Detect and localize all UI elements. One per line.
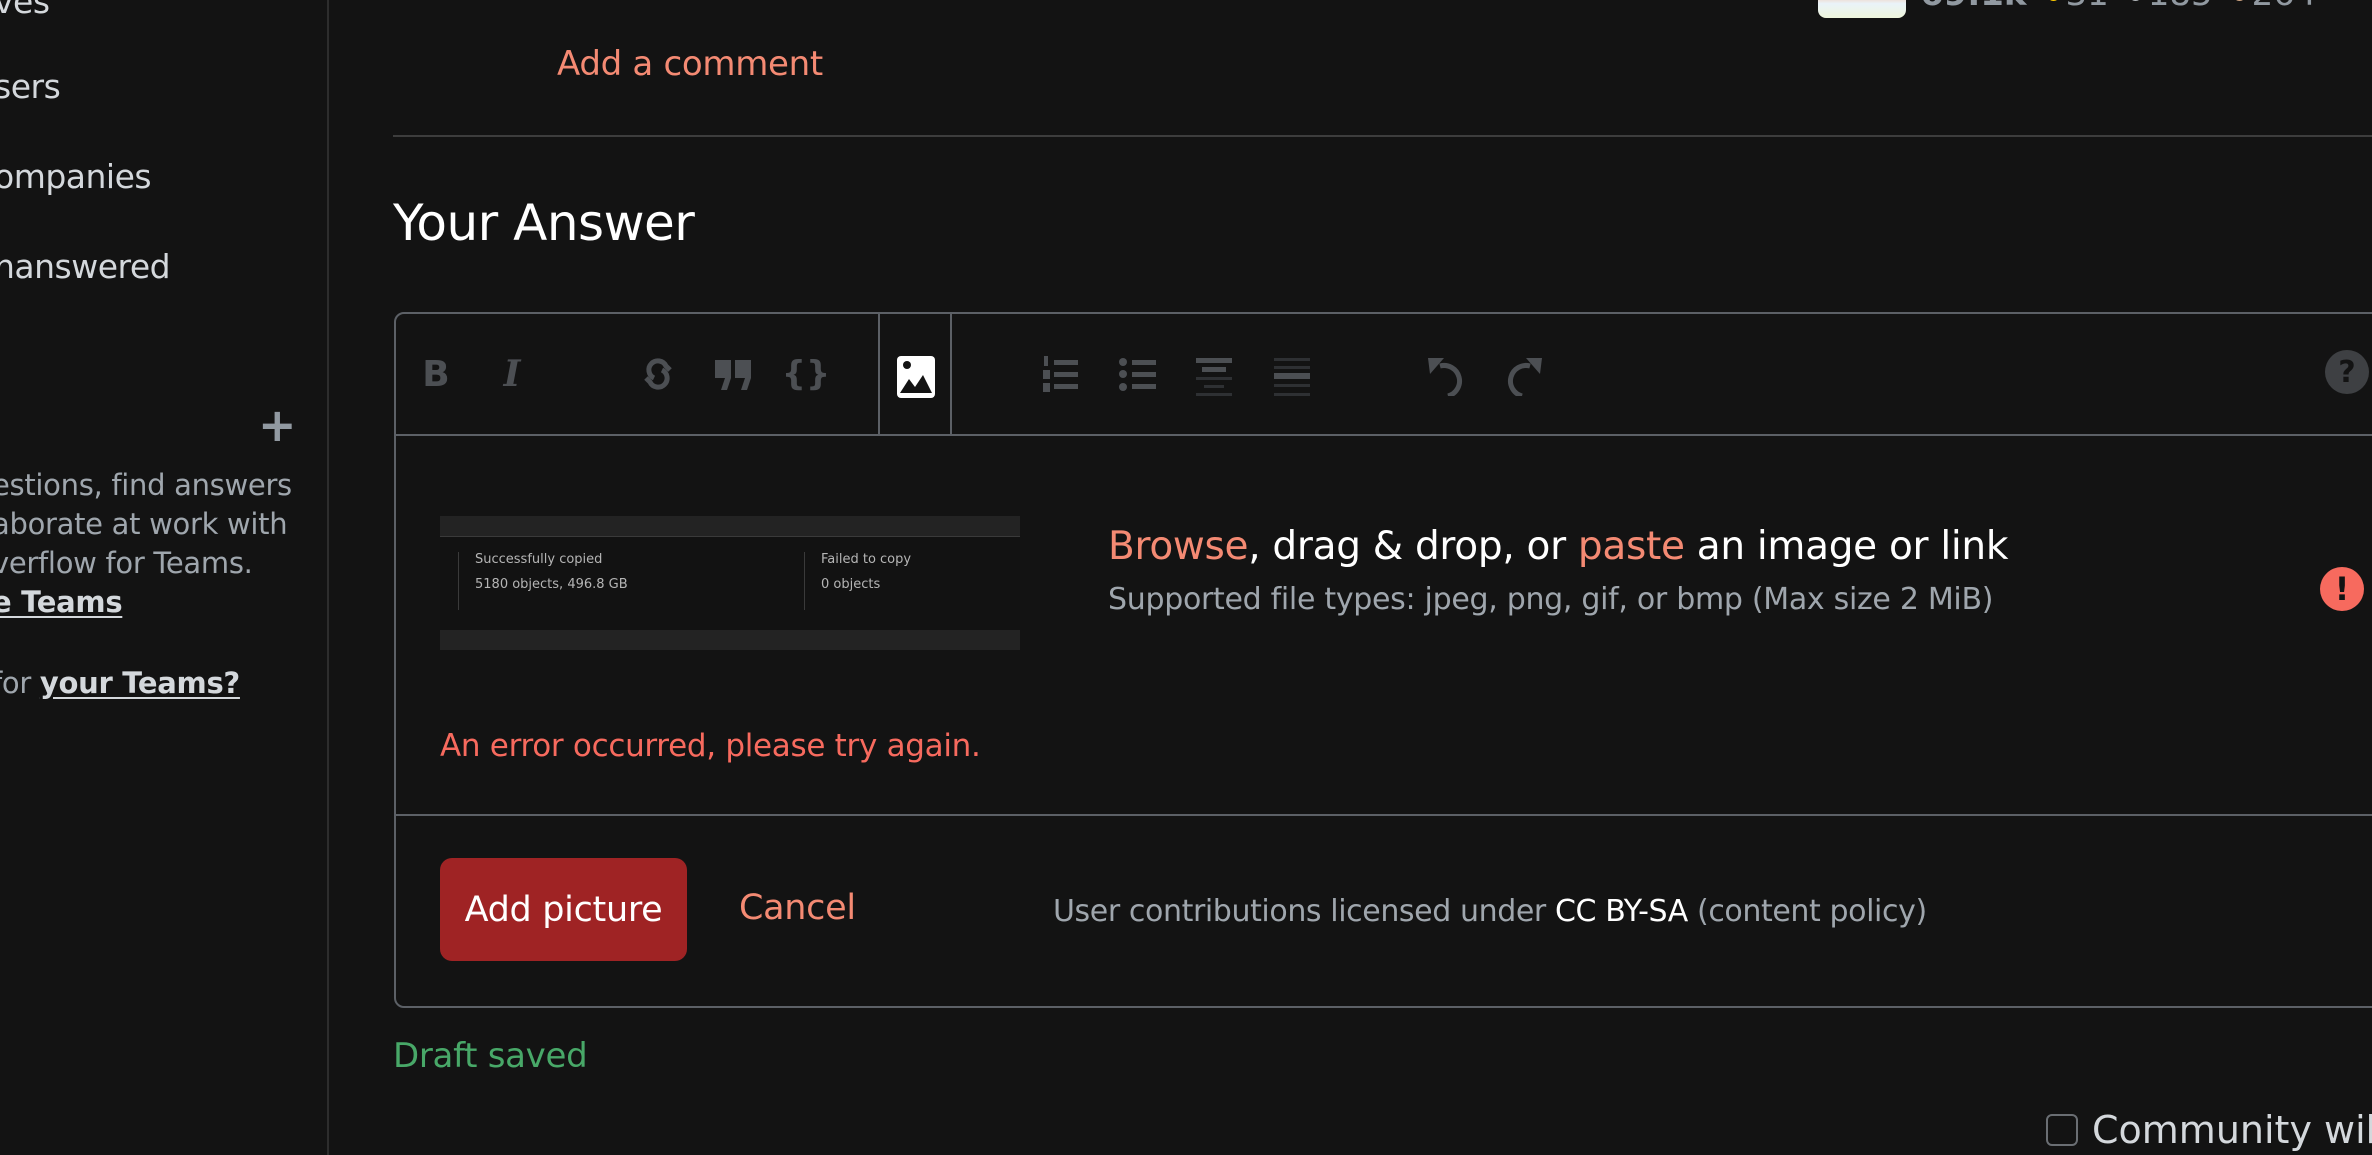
bronze-badge-count: 264 <box>2252 0 2317 14</box>
content-policy-link[interactable]: (content policy) <box>1688 894 1927 929</box>
browse-link[interactable]: Browse <box>1108 524 1249 569</box>
section-divider <box>393 135 2372 137</box>
reputation-score: 69.1k <box>1920 0 2027 14</box>
dropzone-instructions: Browse, drag & drop, or paste an image o… <box>1108 524 2008 569</box>
heading-icon[interactable] <box>1192 352 1236 396</box>
user-card: 69.1k 31 185 264 <box>1818 0 2317 18</box>
try-teams-link[interactable]: e Teams <box>0 585 123 619</box>
dropzone-text: an image or link <box>1684 524 2009 569</box>
preview-label: Successfully copied <box>475 552 603 567</box>
community-wiki-option[interactable]: Community wiki <box>2046 1108 2372 1152</box>
silver-badge-count: 185 <box>2148 0 2213 14</box>
image-preview: Successfully copied 5180 objects, 496.8 … <box>440 516 1020 650</box>
answer-editor: B I {} ? Successfully copied 5180 object… <box>394 312 2372 1008</box>
license-notice: User contributions licensed under CC BY-… <box>1053 894 1927 929</box>
preview-label: Failed to copy <box>821 552 912 567</box>
silver-badge-icon <box>2128 0 2142 1</box>
bronze-badges: 264 <box>2232 0 2317 14</box>
unordered-list-icon[interactable] <box>1116 352 1160 396</box>
left-sidebar: ves sers ompanies nanswered + estions, f… <box>0 0 329 1155</box>
sidebar-item-saves[interactable]: ves <box>0 0 50 21</box>
cc-by-sa-link[interactable]: CC BY-SA <box>1555 894 1688 929</box>
community-wiki-checkbox[interactable] <box>2046 1114 2078 1146</box>
draft-status: Draft saved <box>393 1036 588 1076</box>
teams-promo-line: aborate at work with <box>0 507 288 541</box>
gold-badge-icon <box>2046 0 2060 1</box>
link-icon[interactable] <box>636 352 680 396</box>
plus-icon[interactable]: + <box>258 402 297 448</box>
your-answer-heading: Your Answer <box>393 194 695 252</box>
image-icon <box>897 356 935 398</box>
image-upload-modal: Successfully copied 5180 objects, 496.8 … <box>396 434 2372 816</box>
community-wiki-label[interactable]: Community wiki <box>2092 1108 2372 1152</box>
help-icon[interactable]: ? <box>2325 350 2369 394</box>
error-message: An error occurred, please try again. <box>440 728 981 764</box>
horizontal-rule-icon[interactable] <box>1270 352 1314 396</box>
ordered-list-icon[interactable] <box>1040 352 1084 396</box>
italic-icon[interactable]: I <box>490 352 534 396</box>
preview-column: Failed to copy 0 objects <box>804 552 1001 610</box>
license-prefix: User contributions licensed under <box>1053 894 1555 929</box>
add-comment-link[interactable]: Add a comment <box>557 44 823 84</box>
cancel-button[interactable]: Cancel <box>739 888 856 928</box>
modal-actions: Add picture Cancel User contributions li… <box>396 814 2372 1004</box>
image-button[interactable] <box>878 314 952 434</box>
user-avatar[interactable] <box>1818 0 1906 18</box>
paste-link[interactable]: paste <box>1578 524 1685 569</box>
sidebar-item-users[interactable]: sers <box>0 67 61 106</box>
editor-toolbar: B I {} ? <box>396 314 2372 436</box>
error-icon: ! <box>2320 567 2364 611</box>
bronze-badge-icon <box>2232 0 2246 1</box>
preview-value: 0 objects <box>821 577 881 592</box>
blockquote-icon[interactable] <box>711 352 755 396</box>
preview-bottom-bar <box>440 630 1020 650</box>
gold-badge-count: 31 <box>2066 0 2109 14</box>
teams-promo-line: verflow for Teams. <box>0 546 253 580</box>
preview-value: 5180 objects, 496.8 GB <box>475 577 628 592</box>
supported-types-text: Supported file types: jpeg, png, gif, or… <box>1108 582 1994 617</box>
preview-top-bar <box>440 516 1020 537</box>
sidebar-item-companies[interactable]: ompanies <box>0 157 152 196</box>
teams-promo-line: estions, find answers <box>0 468 292 502</box>
code-icon[interactable]: {} <box>782 352 830 396</box>
dropzone-text: , drag & drop, or <box>1248 524 1578 569</box>
undo-icon[interactable] <box>1426 352 1470 396</box>
add-picture-button[interactable]: Add picture <box>440 858 687 961</box>
bold-icon[interactable]: B <box>414 352 458 396</box>
sidebar-item-unanswered[interactable]: nanswered <box>0 247 171 286</box>
silver-badges: 185 <box>2128 0 2213 14</box>
gold-badges: 31 <box>2046 0 2109 14</box>
redo-icon[interactable] <box>1500 352 1544 396</box>
teams-question-prefix: for <box>0 666 31 700</box>
your-teams-link[interactable]: your Teams? <box>40 666 240 700</box>
preview-column: Successfully copied 5180 objects, 496.8 … <box>458 552 795 610</box>
